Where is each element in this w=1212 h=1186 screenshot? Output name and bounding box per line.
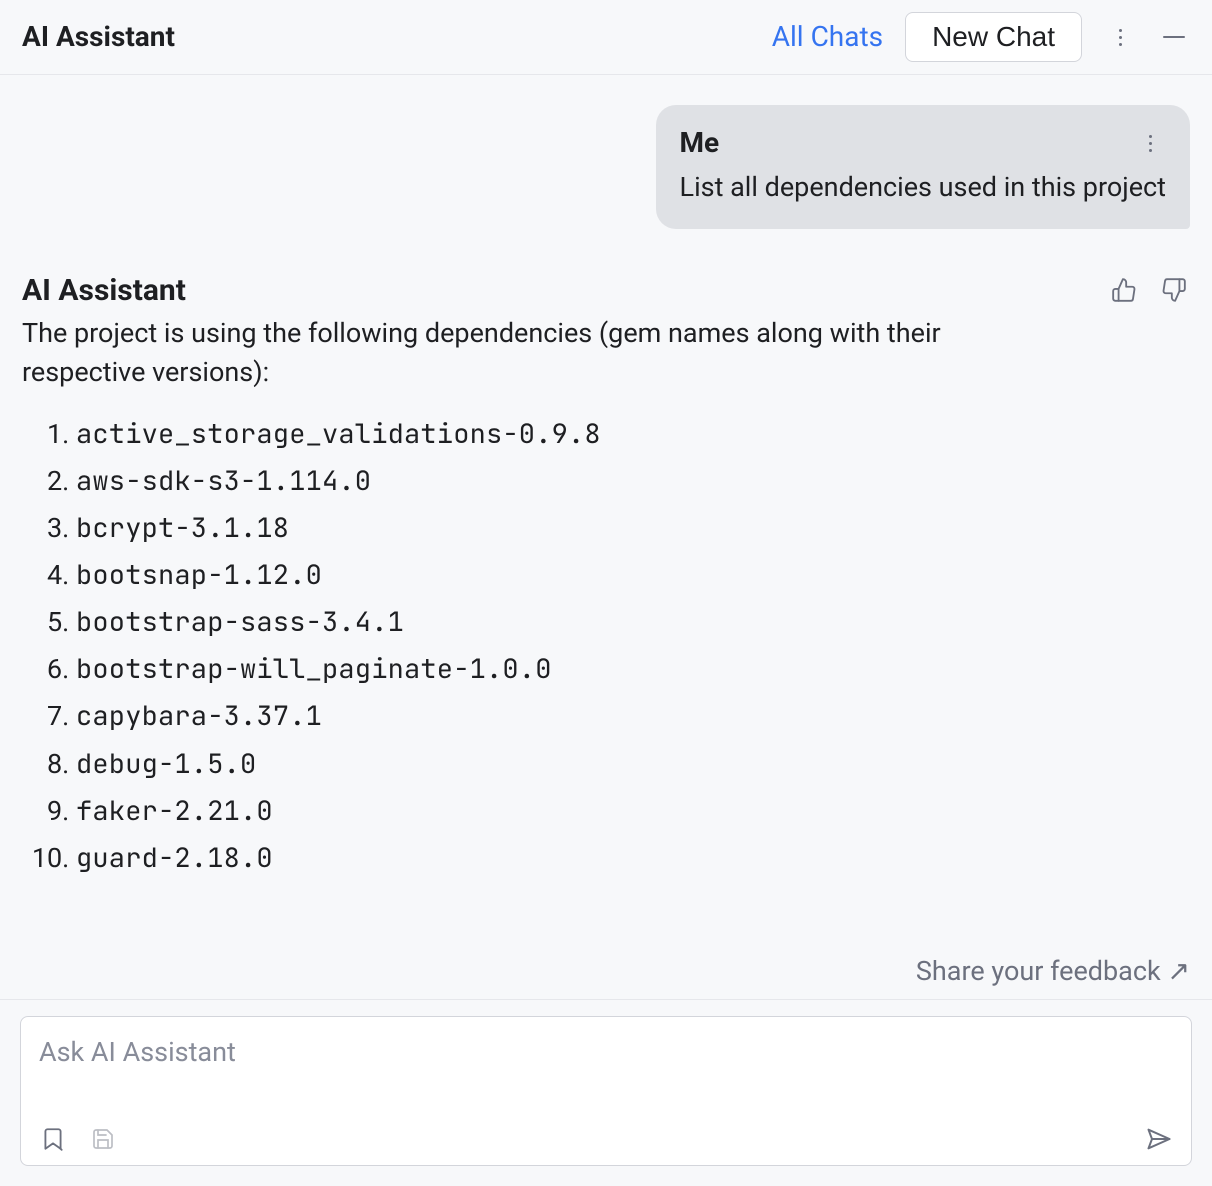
user-name-label: Me [680,123,720,164]
dependency-text: debug-1.5.0 [76,746,256,782]
dependency-list: active_storage_validations-0.9.8 aws-sdk-… [34,411,1190,882]
list-item: bootstrap-will_paginate-1.0.0 [76,646,1190,693]
list-item: bootsnap-1.12.0 [76,552,1190,599]
dependency-text: bootstrap-will_paginate-1.0.0 [76,651,552,687]
conversation-scroll[interactable]: Me List all dependencies used in this pr… [0,75,1212,940]
minimize-button[interactable] [1158,21,1190,53]
app-title: AI Assistant [22,17,175,58]
new-chat-button[interactable]: New Chat [905,12,1082,62]
list-item: bcrypt-3.1.18 [76,505,1190,552]
thumbs-up-icon [1111,277,1137,303]
dependency-text: faker-2.21.0 [76,793,273,829]
dependency-text: bootsnap-1.12.0 [76,557,322,593]
vertical-ellipsis-icon [1149,135,1152,152]
user-message-row: Me List all dependencies used in this pr… [22,105,1190,229]
feedback-buttons [1108,274,1190,306]
thumbs-down-button[interactable] [1158,274,1190,306]
dependency-text: bootstrap-sass-3.4.1 [76,604,404,640]
minimize-icon [1163,36,1185,38]
list-item: guard-2.18.0 [76,835,1190,882]
list-item: active_storage_validations-0.9.8 [76,411,1190,458]
input-toolbar [37,1123,1175,1155]
bookmark-button[interactable] [37,1123,69,1155]
all-chats-link[interactable]: All Chats [772,17,883,58]
share-feedback-link[interactable]: Share your feedback ↗ [0,940,1212,999]
list-item: bootstrap-sass-3.4.1 [76,599,1190,646]
assistant-name-label: AI Assistant [22,269,186,313]
user-message-options[interactable] [1134,127,1166,159]
header-actions: All Chats New Chat [772,12,1190,62]
user-message-bubble: Me List all dependencies used in this pr… [656,105,1190,229]
dependency-text: active_storage_validations-0.9.8 [76,416,601,452]
dependency-text: bcrypt-3.1.18 [76,510,289,546]
prompt-box [20,1016,1192,1166]
list-item: debug-1.5.0 [76,741,1190,788]
prompt-input[interactable] [37,1031,1175,1115]
list-item: aws-sdk-s3-1.114.0 [76,458,1190,505]
list-item: faker-2.21.0 [76,788,1190,835]
thumbs-up-button[interactable] [1108,274,1140,306]
header: AI Assistant All Chats New Chat [0,0,1212,75]
thumbs-down-icon [1161,277,1187,303]
dependency-text: aws-sdk-s3-1.114.0 [76,463,371,499]
assistant-message: AI Assistant The project is using the fo… [22,269,1190,882]
list-item: capybara-3.37.1 [76,693,1190,740]
user-message-text: List all dependencies used in this proje… [680,168,1166,207]
floppy-disk-icon [91,1127,115,1151]
dependency-text: guard-2.18.0 [76,840,273,876]
vertical-ellipsis-icon [1119,29,1122,46]
send-icon [1145,1125,1173,1153]
input-area [0,1000,1212,1186]
send-button[interactable] [1143,1123,1175,1155]
more-options-button[interactable] [1104,21,1136,53]
bookmark-icon [40,1126,66,1152]
save-button [87,1123,119,1155]
assistant-intro-text: The project is using the following depen… [22,314,1022,392]
dependency-text: capybara-3.37.1 [76,698,322,734]
